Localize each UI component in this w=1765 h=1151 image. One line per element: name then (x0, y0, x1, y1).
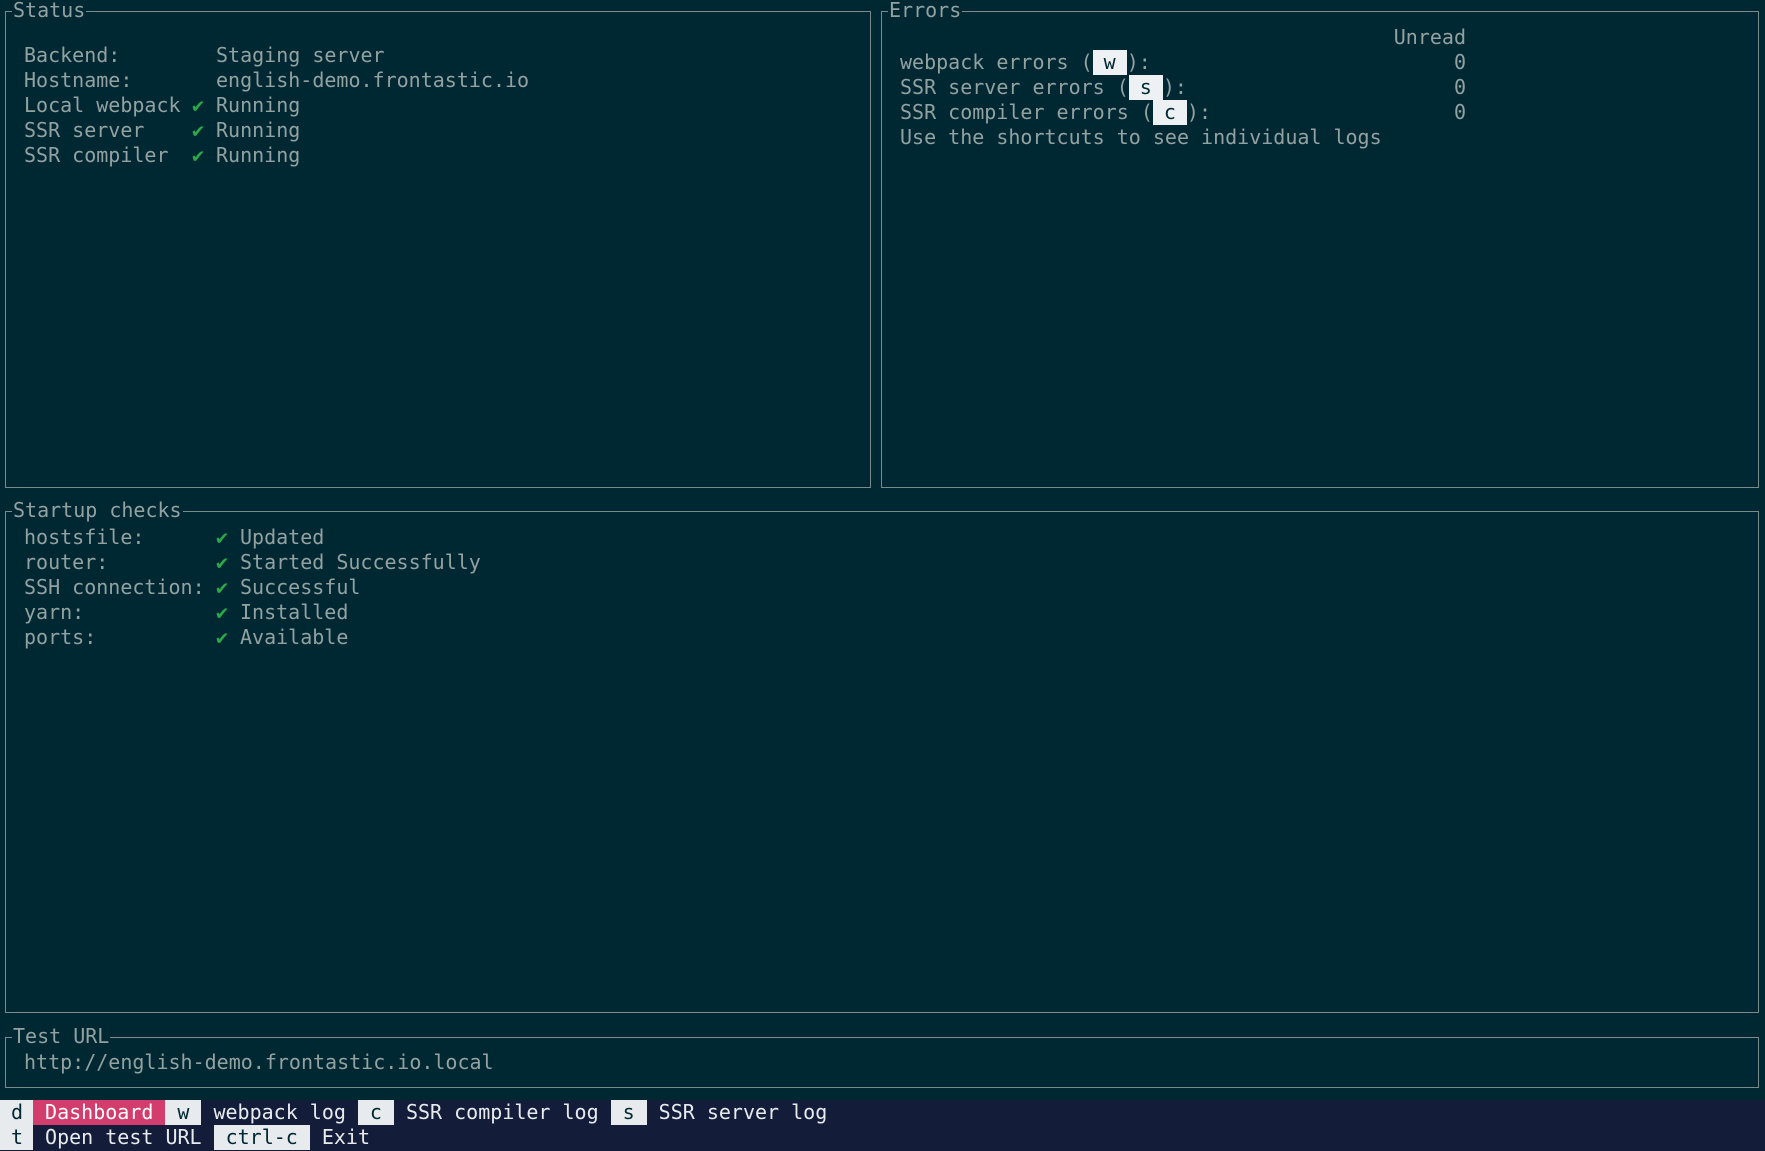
exit-key[interactable]: ctrl-c (213, 1125, 310, 1150)
startup-value: Successful (240, 575, 361, 599)
checkmark-icon: ✔ (216, 525, 229, 549)
ssr-compiler-log-key[interactable]: c (357, 1100, 394, 1125)
webpack-log-key[interactable]: w (165, 1100, 202, 1125)
dashboard-key[interactable]: d (0, 1100, 34, 1125)
startup-checks-title: Startup checks (12, 498, 183, 523)
test-url-panel: Test URL http://english-demo.frontastic.… (5, 1024, 1759, 1088)
unread-count: 0 (1453, 50, 1466, 74)
tab-ssr-server-log[interactable]: SSR server log (647, 1100, 840, 1125)
status-label: Local webpack (24, 93, 181, 117)
status-label: Hostname: (24, 68, 133, 92)
checkmark-icon: ✔ (192, 93, 205, 117)
unread-count: 0 (1453, 100, 1466, 124)
status-label: SSR server (24, 118, 145, 142)
status-label: SSR compiler (24, 143, 169, 167)
startup-value: Started Successfully (240, 550, 481, 574)
error-label: SSR server errors (900, 75, 1105, 99)
error-label: SSR compiler errors (900, 100, 1129, 124)
errors-panel: Errors Unread webpack errors (w): 0 SSR … (881, 0, 1759, 488)
startup-label: router: (24, 550, 109, 574)
startup-value: Available (240, 625, 349, 649)
startup-checks-panel: Startup checks hostsfile: ✔ Updated rout… (5, 498, 1759, 1013)
status-label: Backend: (24, 43, 121, 67)
error-label: webpack errors (900, 50, 1069, 74)
errors-hint: Use the shortcuts to see individual logs (900, 125, 1382, 149)
shortcut-bar: d Dashboard w webpack log c SSR compiler… (0, 1100, 1765, 1151)
status-value: Running (216, 143, 301, 167)
tab-dashboard[interactable]: Dashboard (33, 1100, 166, 1125)
error-row-ssr-compiler: SSR compiler errors (c): (900, 100, 1212, 125)
unread-count: 0 (1453, 75, 1466, 99)
checkmark-icon: ✔ (216, 550, 229, 574)
startup-label: SSH connection: (24, 575, 205, 599)
startup-label: hostsfile: (24, 525, 145, 549)
status-panel-title: Status (12, 0, 87, 23)
open-test-url-action[interactable]: Open test URL (33, 1125, 214, 1150)
status-value: Running (216, 93, 301, 117)
checkmark-icon: ✔ (192, 118, 205, 142)
tab-ssr-compiler-log[interactable]: SSR compiler log (394, 1100, 611, 1125)
startup-label: ports: (24, 625, 97, 649)
ssr-server-log-key[interactable]: s (610, 1100, 647, 1125)
checkmark-icon: ✔ (192, 143, 205, 167)
test-url-title: Test URL (12, 1024, 111, 1049)
exit-action[interactable]: Exit (310, 1125, 382, 1150)
unread-column-header: Unread (1393, 25, 1466, 49)
status-value: Staging server (216, 43, 385, 67)
test-url-value[interactable]: http://english-demo.frontastic.io.local (24, 1050, 494, 1075)
errors-panel-title: Errors (888, 0, 963, 23)
startup-value: Updated (240, 525, 325, 549)
ssr-server-shortcut-key[interactable]: s (1128, 75, 1163, 100)
status-panel: Status Backend: Staging server Hostname:… (5, 0, 871, 488)
ssr-compiler-shortcut-key[interactable]: c (1152, 100, 1187, 125)
startup-label: yarn: (24, 600, 85, 624)
error-row-ssr-server: SSR server errors (s): (900, 75, 1187, 100)
open-test-url-key[interactable]: t (0, 1125, 34, 1150)
startup-value: Installed (240, 600, 349, 624)
status-value: english-demo.frontastic.io (216, 68, 530, 92)
checkmark-icon: ✔ (216, 600, 229, 624)
status-value: Running (216, 118, 301, 142)
checkmark-icon: ✔ (216, 625, 229, 649)
error-row-webpack: webpack errors (w): (900, 50, 1151, 75)
shortcut-bar-line-1: d Dashboard w webpack log c SSR compiler… (0, 1100, 839, 1125)
checkmark-icon: ✔ (216, 575, 229, 599)
webpack-shortcut-key[interactable]: w (1092, 50, 1127, 75)
shortcut-bar-line-2: t Open test URL ctrl-c Exit (0, 1125, 382, 1150)
tab-webpack-log[interactable]: webpack log (201, 1100, 357, 1125)
